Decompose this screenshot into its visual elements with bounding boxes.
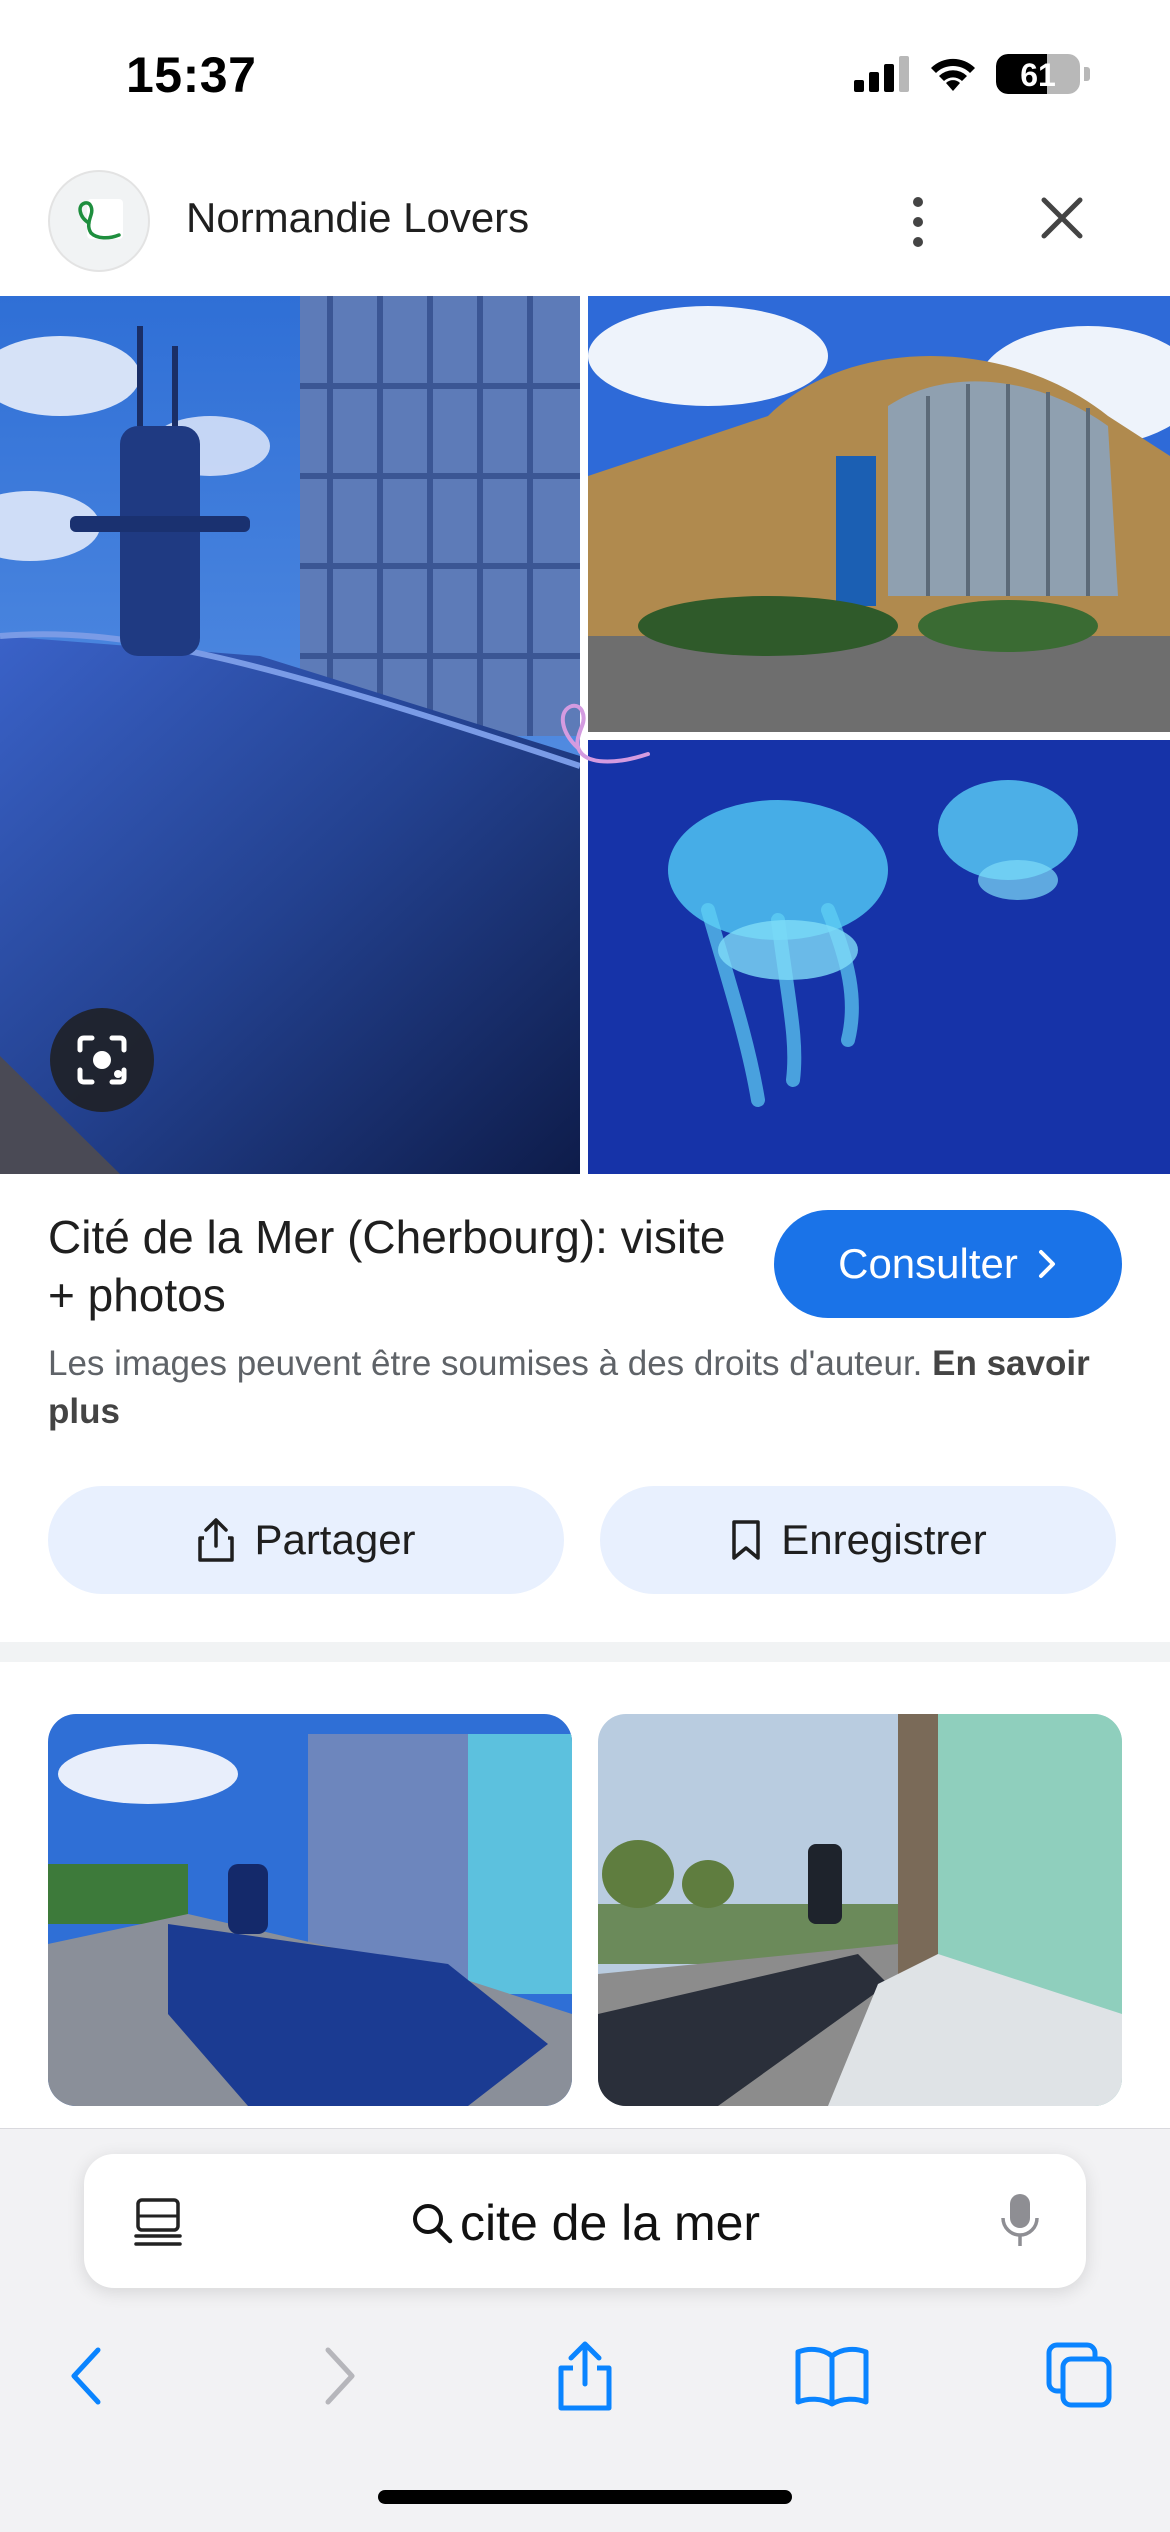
site-name[interactable]: Normandie Lovers <box>186 194 529 242</box>
google-lens-button[interactable] <box>50 1008 154 1112</box>
share-icon <box>558 2341 612 2411</box>
site-logo[interactable] <box>48 170 150 272</box>
vertical-dots-icon-dot <box>913 217 923 227</box>
tabs-button[interactable] <box>1030 2326 1130 2426</box>
heart-watermark-icon <box>561 703 650 764</box>
consult-button[interactable]: Consulter <box>774 1210 1122 1318</box>
back-chevron-icon <box>71 2347 101 2405</box>
jellyfish-photo-image <box>588 740 1170 1174</box>
wifi-icon <box>931 58 975 91</box>
cellular-signal-icon <box>854 56 909 92</box>
building-photo[interactable] <box>588 296 1170 732</box>
copyright-notice: Les images peuvent être soumises à des d… <box>48 1340 1128 1436</box>
share-icon <box>198 1518 235 1562</box>
browser-toolbar <box>0 2316 1170 2436</box>
building-photo-image <box>588 296 1170 732</box>
save-button[interactable]: Enregistrer <box>600 1486 1116 1594</box>
share-label: Partager <box>254 1516 416 1563</box>
vertical-dots-icon-dot <box>913 237 923 247</box>
home-indicator <box>378 2490 792 2504</box>
save-label: Enregistrer <box>781 1516 987 1563</box>
related-image[interactable] <box>598 1714 1122 2106</box>
close-button[interactable] <box>1030 186 1094 250</box>
battery-nub <box>1084 67 1090 81</box>
status-bar: 15:37 61 <box>0 0 1170 150</box>
close-icon <box>1041 197 1083 239</box>
jellyfish-photo[interactable] <box>588 740 1170 1174</box>
share-button[interactable]: Partager <box>48 1486 564 1594</box>
bookmarks-button[interactable] <box>782 2326 882 2426</box>
microphone-icon <box>1001 2194 1039 2246</box>
bookmarks-book-icon <box>795 2346 869 2407</box>
result-header: Normandie Lovers <box>0 166 1170 286</box>
related-submarine-photo <box>48 1714 572 2106</box>
forward-button[interactable] <box>290 2326 390 2426</box>
address-field[interactable]: cite de la mer <box>84 2194 1086 2252</box>
forward-chevron-icon <box>325 2347 355 2405</box>
related-submarine-walkway-photo <box>598 1714 1122 2106</box>
status-time: 15:37 <box>126 47 257 103</box>
battery-level: 61 <box>1020 57 1056 93</box>
section-divider <box>0 1642 1170 1662</box>
search-query[interactable]: cite de la mer <box>460 2194 760 2252</box>
address-bar[interactable]: cite de la mer <box>84 2154 1086 2288</box>
back-button[interactable] <box>36 2326 136 2426</box>
chevron-right-icon <box>1038 1250 1055 1278</box>
normandie-lovers-heart-logo-icon <box>78 199 123 240</box>
tabs-icon <box>1046 2342 1112 2408</box>
copyright-text: Les images peuvent être soumises à des d… <box>48 1344 923 1383</box>
vertical-dots-icon <box>913 197 923 207</box>
result-title[interactable]: Cité de la Mer (Cherbourg): visite + pho… <box>48 1208 728 1324</box>
status-icons: 61 <box>854 54 1090 94</box>
more-options-button[interactable] <box>890 182 946 262</box>
related-image[interactable] <box>48 1714 572 2106</box>
battery-icon: 61 <box>996 54 1080 94</box>
share-page-button[interactable] <box>535 2326 635 2426</box>
consult-label: Consulter <box>838 1240 1018 1287</box>
search-icon <box>412 2204 453 2244</box>
lens-camera-icon <box>77 1035 127 1085</box>
bookmark-icon <box>732 1520 761 1560</box>
voice-search-button[interactable] <box>998 2190 1042 2255</box>
